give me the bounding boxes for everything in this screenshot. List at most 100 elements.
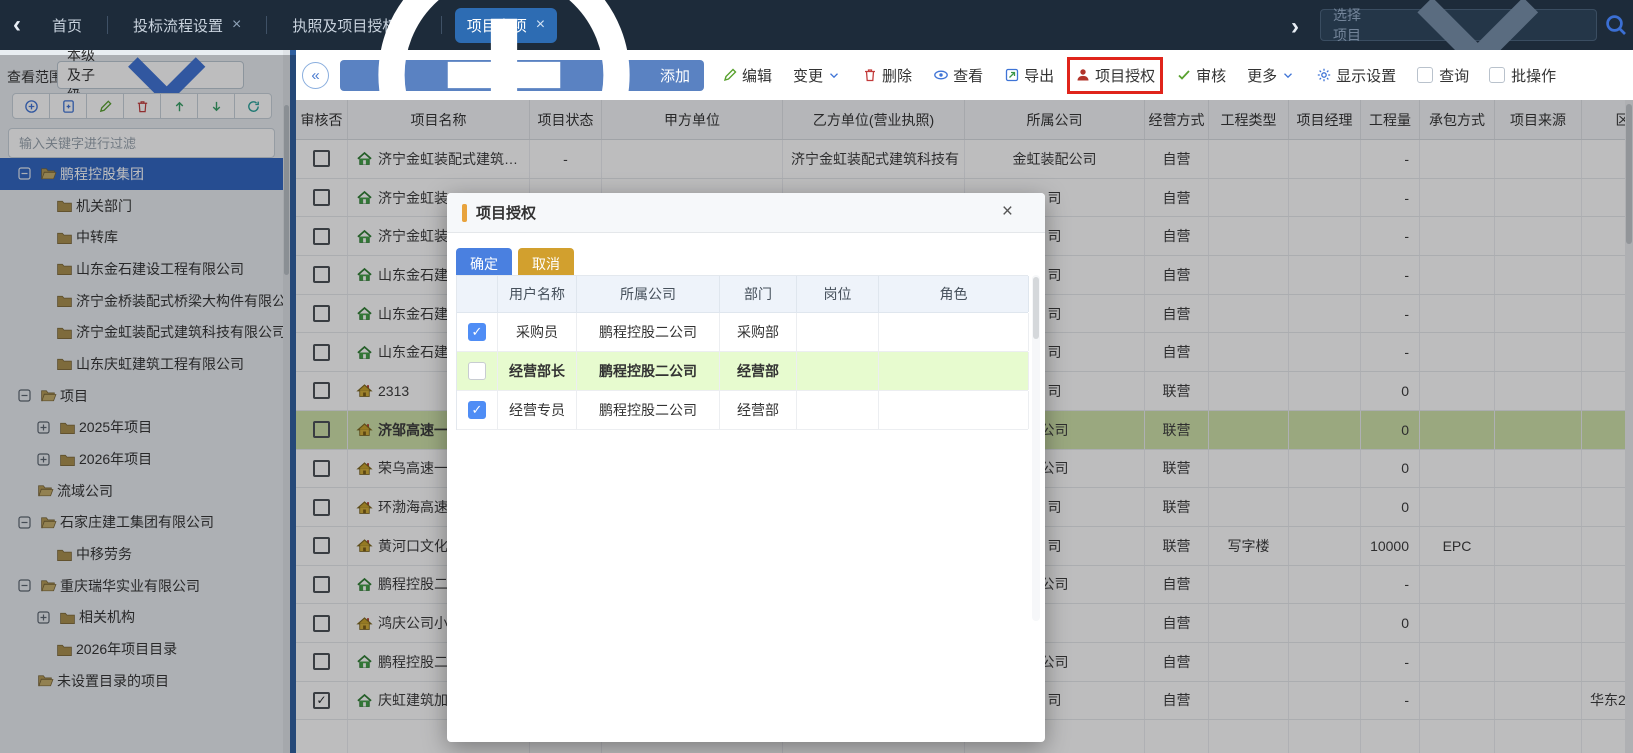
row-checkbox[interactable] — [313, 537, 330, 554]
table-scrollbar[interactable] — [1625, 100, 1633, 753]
row-checkbox[interactable] — [313, 266, 330, 283]
row-checkbox[interactable] — [313, 305, 330, 322]
refresh-button[interactable] — [234, 93, 272, 119]
toolbar-button-more[interactable]: 变更 — [793, 65, 841, 86]
row-checkbox[interactable] — [313, 189, 330, 206]
row-checkbox[interactable] — [313, 382, 330, 399]
modal-scrollbar[interactable] — [1032, 275, 1040, 621]
checkbox-查询[interactable]: 查询 — [1417, 65, 1469, 86]
arrow-down-button[interactable] — [197, 93, 235, 119]
tree-item[interactable]: 中移劳务 — [0, 538, 283, 570]
user-checkbox[interactable]: ✓ — [468, 401, 486, 419]
tabs-scroll-left-icon[interactable]: ‹ — [0, 11, 34, 39]
toolbar-button-label: 变更 — [793, 65, 823, 86]
user-checkbox[interactable]: ✓ — [468, 362, 486, 380]
tree-item[interactable]: 济宁金桥装配式桥梁大构件有限公司 — [0, 285, 283, 317]
tree-item[interactable]: 2026年项目目录 — [0, 633, 283, 665]
close-icon[interactable]: × — [1002, 202, 1013, 221]
expander-plus-icon[interactable] — [37, 421, 50, 434]
tree-item[interactable]: 机关部门 — [0, 190, 283, 222]
checkbox-icon[interactable] — [1417, 67, 1433, 83]
users-table-row[interactable]: ✓采购员鹏程控股二公司采购部 — [457, 313, 1028, 352]
tree-item[interactable]: 中转库 — [0, 221, 283, 253]
toolbar-buttons: 编辑变更 删除查看导出项目授权审核更多显示设置 — [722, 65, 1417, 86]
toolbar-button-check-audit[interactable]: 审核 — [1176, 65, 1226, 86]
collapse-sidebar-button[interactable]: « — [302, 62, 329, 89]
tree-item-label: 中移劳务 — [76, 544, 132, 564]
row-checkbox[interactable] — [313, 421, 330, 438]
expander-minus-icon[interactable] — [18, 389, 31, 402]
expander-minus-icon[interactable] — [18, 516, 31, 529]
pencil-button[interactable] — [86, 93, 124, 119]
sidebar-scrollbar[interactable] — [283, 50, 290, 753]
users-table-row[interactable]: ✓经营部长鹏程控股二公司经营部 — [457, 352, 1028, 391]
row-checkbox[interactable] — [313, 150, 330, 167]
modal-scrollbar-thumb[interactable] — [1033, 277, 1039, 339]
expander-plus-icon[interactable] — [37, 611, 50, 624]
tabs-scroll-right-icon[interactable]: › — [1278, 13, 1312, 41]
sidebar-scrollbar-thumb[interactable] — [284, 105, 289, 275]
cell-mode: 联营 — [1145, 411, 1209, 449]
row-checkbox[interactable]: ✓ — [313, 692, 330, 709]
house-green-icon — [356, 305, 373, 322]
tree-item[interactable]: 重庆瑞华实业有限公司 — [0, 570, 283, 602]
row-checkbox[interactable] — [313, 228, 330, 245]
tree-item[interactable]: 流域公司 — [0, 475, 283, 507]
row-checkbox[interactable] — [313, 344, 330, 361]
close-tab-icon[interactable]: × — [232, 16, 241, 34]
tree-search-input[interactable] — [8, 128, 275, 158]
tab-0[interactable]: 首页 — [40, 8, 94, 43]
toolbar-button-eye[interactable]: 查看 — [933, 65, 983, 86]
tree-item[interactable]: 未设置目录的项目 — [0, 665, 283, 697]
cell-qty: 0 — [1361, 604, 1420, 642]
project-name: 环渤海高速 — [378, 497, 448, 517]
toolbar-button-gear[interactable]: 显示设置 — [1316, 65, 1396, 86]
tree-item[interactable]: 2026年项目 — [0, 443, 283, 475]
row-checkbox[interactable] — [313, 653, 330, 670]
row-checkbox[interactable] — [313, 576, 330, 593]
arrow-up-button[interactable] — [160, 93, 198, 119]
users-table-row[interactable]: ✓经营专员鹏程控股二公司经营部 — [457, 391, 1028, 430]
project-name: 荣乌高速一 — [378, 458, 448, 478]
row-checkbox[interactable] — [313, 460, 330, 477]
folder-open-icon — [37, 482, 54, 499]
table-scrollbar-thumb[interactable] — [1626, 104, 1632, 244]
project-select-dropdown[interactable]: 选择项目 — [1320, 9, 1597, 41]
refresh-icon — [246, 99, 261, 114]
tree-item[interactable]: 鹏程控股集团 — [0, 158, 283, 190]
users-cell-dept: 经营部 — [720, 391, 797, 429]
row-checkbox[interactable] — [313, 615, 330, 632]
expander-minus-icon[interactable] — [18, 579, 31, 592]
trash-button[interactable] — [123, 93, 161, 119]
tree-item[interactable]: 项目 — [0, 380, 283, 412]
add-button[interactable]: 添加 — [340, 60, 704, 91]
tree-toolbar — [12, 93, 272, 119]
toolbar-button-pencil[interactable]: 编辑 — [722, 65, 772, 86]
tab-1[interactable]: 投标流程设置× — [121, 8, 253, 43]
toolbar-button-more[interactable]: 更多 — [1247, 65, 1295, 86]
tree-item[interactable]: 2025年项目 — [0, 412, 283, 444]
doc-add-button[interactable] — [49, 93, 87, 119]
users-cell-role — [879, 313, 1029, 351]
tree-item[interactable]: 济宁金虹装配式建筑科技有限公司 — [0, 316, 283, 348]
checkbox-批操作[interactable]: 批操作 — [1489, 65, 1556, 86]
user-checkbox[interactable]: ✓ — [468, 323, 486, 341]
column-header-name: 项目名称 — [348, 100, 530, 139]
search-icon[interactable] — [1604, 13, 1628, 37]
expander-plus-icon[interactable] — [37, 453, 50, 466]
tree-item[interactable]: 山东金石建设工程有限公司 — [0, 253, 283, 285]
users-cell-check: ✓ — [457, 391, 498, 429]
row-checkbox[interactable] — [313, 499, 330, 516]
toolbar-button-trash[interactable]: 删除 — [862, 65, 912, 86]
table-row[interactable]: 济宁金虹装配式建筑…-济宁金虹装配式建筑科技有金虹装配公司自营- — [296, 140, 1633, 179]
cell-mode: 联营 — [1145, 488, 1209, 526]
toolbar-button-person[interactable]: 项目授权 — [1075, 65, 1155, 86]
toolbar-button-export[interactable]: 导出 — [1004, 65, 1054, 86]
tree-item[interactable]: 石家庄建工集团有限公司 — [0, 507, 283, 539]
checkbox-icon[interactable] — [1489, 67, 1505, 83]
scope-select[interactable]: 本级及子级 — [57, 61, 244, 89]
tree-item[interactable]: 相关机构 — [0, 602, 283, 634]
tree-item[interactable]: 山东庆虹建筑工程有限公司 — [0, 348, 283, 380]
circle-plus-button[interactable] — [12, 93, 50, 119]
expander-minus-icon[interactable] — [18, 167, 31, 180]
